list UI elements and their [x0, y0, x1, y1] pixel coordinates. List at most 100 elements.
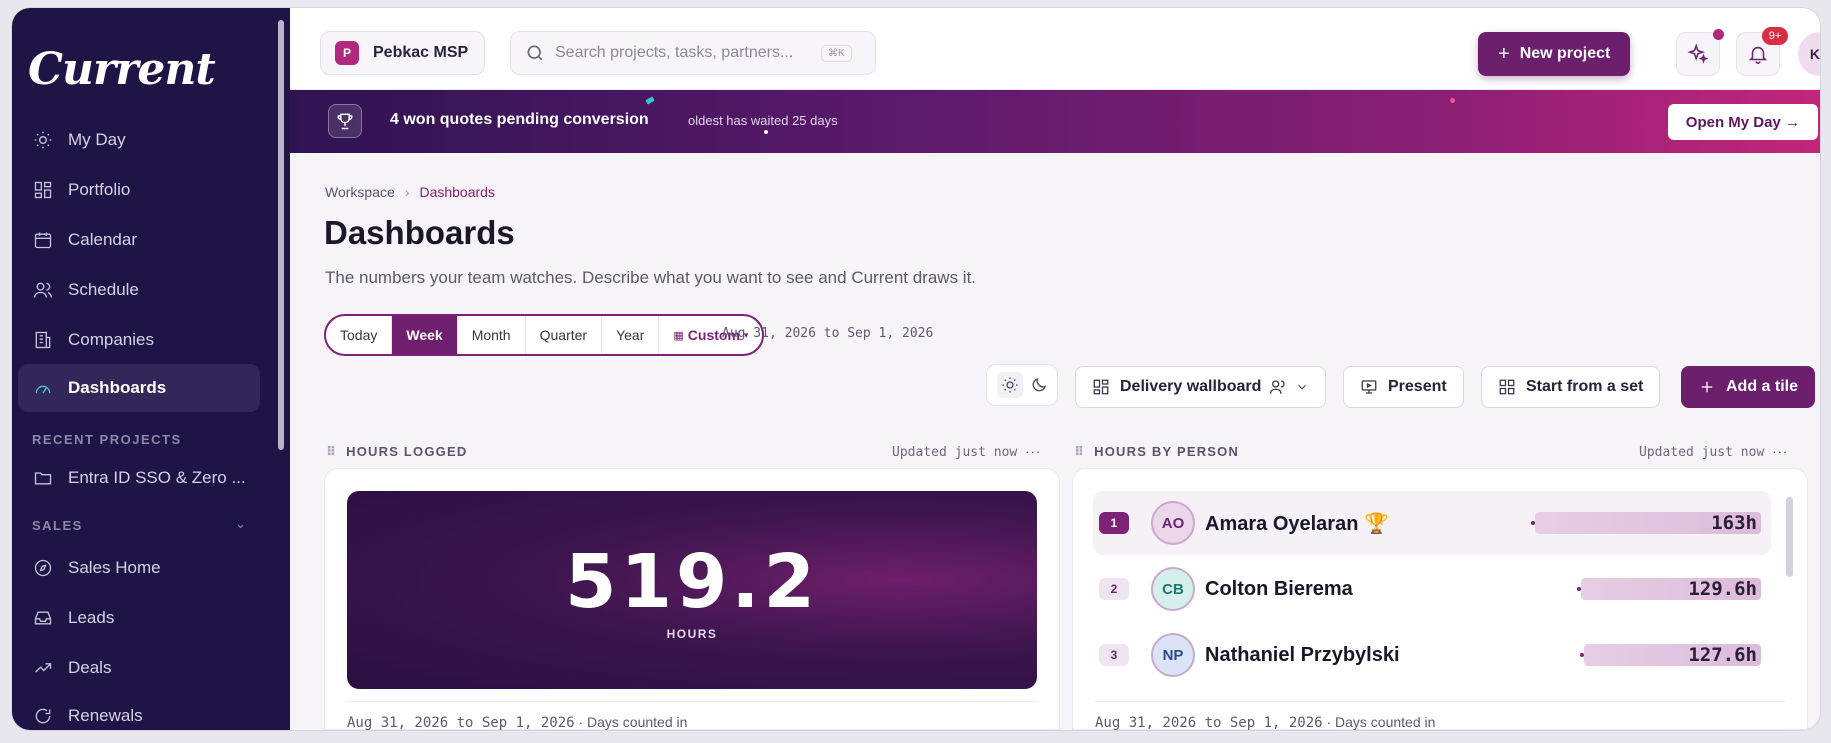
- user-avatar[interactable]: KD: [1798, 32, 1820, 76]
- more-options-icon[interactable]: ···: [1772, 444, 1788, 459]
- sidebar-scrollbar[interactable]: [278, 20, 284, 450]
- sidebar-item-portfolio[interactable]: Portfolio: [18, 166, 260, 214]
- present-button[interactable]: Present: [1343, 366, 1464, 408]
- present-icon: [1361, 380, 1377, 394]
- moon-icon[interactable]: [1030, 376, 1048, 394]
- sidebar-item-renewals[interactable]: Renewals: [18, 692, 260, 730]
- drag-handle-icon[interactable]: ⠿: [1074, 444, 1084, 459]
- gauge-icon: [32, 377, 54, 399]
- trend-icon: [32, 657, 54, 679]
- search-box[interactable]: ⌘K: [510, 31, 876, 75]
- date-range-text: Aug 31, 2026 to Sep 1, 2026: [722, 326, 934, 341]
- search-icon: [527, 45, 543, 61]
- sidebar-item-label: Renewals: [68, 706, 143, 725]
- sales-heading: SALES: [32, 518, 83, 533]
- dashboard-name: Delivery wallboard: [1120, 378, 1262, 395]
- dashboard-picker[interactable]: Delivery wallboard: [1075, 366, 1327, 408]
- updated-text: Updated just now: [1639, 445, 1765, 460]
- refresh-icon: [32, 705, 54, 727]
- new-project-label: New project: [1519, 45, 1611, 62]
- footer-range: Aug 31, 2026 to Sep 1, 2026: [1095, 715, 1323, 730]
- main-area: P Pebkac MSP ⌘K + New project 9+ KD: [290, 8, 1820, 730]
- tile-updated-status: Updated just now ···: [1639, 444, 1788, 460]
- footer-range: Aug 31, 2026 to Sep 1, 2026: [347, 715, 575, 730]
- confetti: [645, 96, 655, 105]
- chevron-down-icon[interactable]: ⌄: [235, 516, 246, 532]
- hours-bar: 127.6h: [1580, 644, 1761, 666]
- inbox-icon: [32, 607, 54, 629]
- plus-icon: +: [1498, 42, 1510, 65]
- range-month[interactable]: Month: [458, 316, 526, 354]
- calendar-icon: [32, 229, 54, 251]
- list-scrollbar[interactable]: [1786, 497, 1793, 577]
- sidebar-item-companies[interactable]: Companies: [18, 316, 260, 364]
- range-week[interactable]: Week: [392, 316, 458, 354]
- updated-text: Updated just now: [892, 445, 1018, 460]
- tile-footer: Aug 31, 2026 to Sep 1, 2026 · Days count…: [1095, 701, 1785, 730]
- sidebar-item-label: Schedule: [68, 280, 139, 299]
- search-shortcut: ⌘K: [821, 44, 852, 62]
- hours-value: 129.6h: [1688, 578, 1757, 600]
- sidebar-item-my-day[interactable]: My Day: [18, 116, 260, 164]
- compass-icon: [32, 557, 54, 579]
- ai-indicator-dot: [1713, 29, 1724, 40]
- tile-card-hours-logged: 519.2 HOURS Aug 31, 2026 to Sep 1, 2026 …: [324, 468, 1060, 730]
- people-icon: [32, 279, 54, 301]
- brand-logo[interactable]: Current: [28, 44, 216, 95]
- sidebar-item-schedule[interactable]: Schedule: [18, 266, 260, 314]
- workspace-switcher[interactable]: P Pebkac MSP: [320, 31, 486, 75]
- sidebar-item-leads[interactable]: Leads: [18, 594, 260, 642]
- person-avatar: AO: [1151, 501, 1195, 545]
- open-my-day-button[interactable]: Open My Day →: [1667, 104, 1818, 140]
- sidebar-item-calendar[interactable]: Calendar: [18, 216, 260, 264]
- person-row[interactable]: 2 CB Colton Bierema 129.6h: [1093, 557, 1771, 621]
- add-tile-button[interactable]: Add a tile: [1681, 366, 1816, 408]
- person-name: Amara Oyelaran 🏆: [1205, 512, 1389, 535]
- sidebar-item-sales-home[interactable]: Sales Home: [18, 544, 260, 592]
- sidebar-item-label: Leads: [68, 608, 115, 627]
- hours-value: 163h: [1711, 512, 1757, 534]
- search-input[interactable]: [555, 44, 815, 62]
- rank-badge: 1: [1099, 512, 1129, 534]
- ai-sparkle-button[interactable]: [1676, 32, 1720, 76]
- add-tile-label: Add a tile: [1726, 378, 1799, 395]
- more-options-icon[interactable]: ···: [1025, 444, 1041, 459]
- calendar-icon: ▦: [673, 329, 684, 342]
- person-row[interactable]: 3 NP Nathaniel Przybylski 127.6h: [1093, 623, 1771, 687]
- workspace-name: Pebkac MSP: [373, 44, 469, 61]
- start-from-set-label: Start from a set: [1526, 378, 1644, 395]
- sidebar-item-dashboards[interactable]: Dashboards: [18, 364, 260, 412]
- workspace-badge: P: [335, 41, 359, 65]
- page-title: Dashboards: [324, 214, 515, 251]
- range-today[interactable]: Today: [326, 316, 393, 354]
- grid-icon: [1499, 379, 1515, 395]
- start-from-set-button[interactable]: Start from a set: [1481, 366, 1661, 408]
- present-label: Present: [1388, 378, 1447, 395]
- rank-badge: 2: [1099, 578, 1129, 600]
- top-bar: P Pebkac MSP ⌘K + New project 9+ KD: [290, 8, 1820, 90]
- person-avatar: CB: [1151, 567, 1195, 611]
- kpi-unit: HOURS: [666, 627, 718, 641]
- range-quarter[interactable]: Quarter: [526, 316, 603, 354]
- sidebar-item-label: Calendar: [68, 230, 137, 249]
- range-selector: Today Week Month Quarter Year ▦ Custom ▾: [324, 314, 765, 356]
- tile-footer: Aug 31, 2026 to Sep 1, 2026 · Days count…: [347, 701, 1037, 730]
- sidebar-item-deals[interactable]: Deals: [18, 644, 260, 692]
- breadcrumb-workspace[interactable]: Workspace: [325, 184, 395, 200]
- person-name: Nathaniel Przybylski: [1205, 643, 1400, 666]
- drag-handle-icon[interactable]: ⠿: [326, 444, 336, 459]
- sun-icon[interactable]: [996, 372, 1023, 398]
- sidebar-item-label: Portfolio: [68, 180, 131, 199]
- theme-toggle[interactable]: [986, 364, 1058, 406]
- recent-project-item[interactable]: Entra ID SSO & Zero ...: [18, 454, 260, 502]
- person-row[interactable]: 1 AO Amara Oyelaran 🏆 163h: [1093, 491, 1771, 555]
- banner-subtitle: oldest has waited 25 days: [688, 113, 838, 128]
- tile-header-hours-logged: ⠿ HOURS LOGGED: [326, 444, 467, 460]
- new-project-button[interactable]: + New project: [1478, 32, 1631, 76]
- sun-icon: [32, 129, 54, 151]
- range-year[interactable]: Year: [602, 316, 660, 354]
- tile-title: HOURS LOGGED: [346, 444, 468, 459]
- building-icon: [32, 329, 54, 351]
- hours-bar: 163h: [1531, 512, 1761, 534]
- kpi-value: 519.2: [564, 539, 820, 625]
